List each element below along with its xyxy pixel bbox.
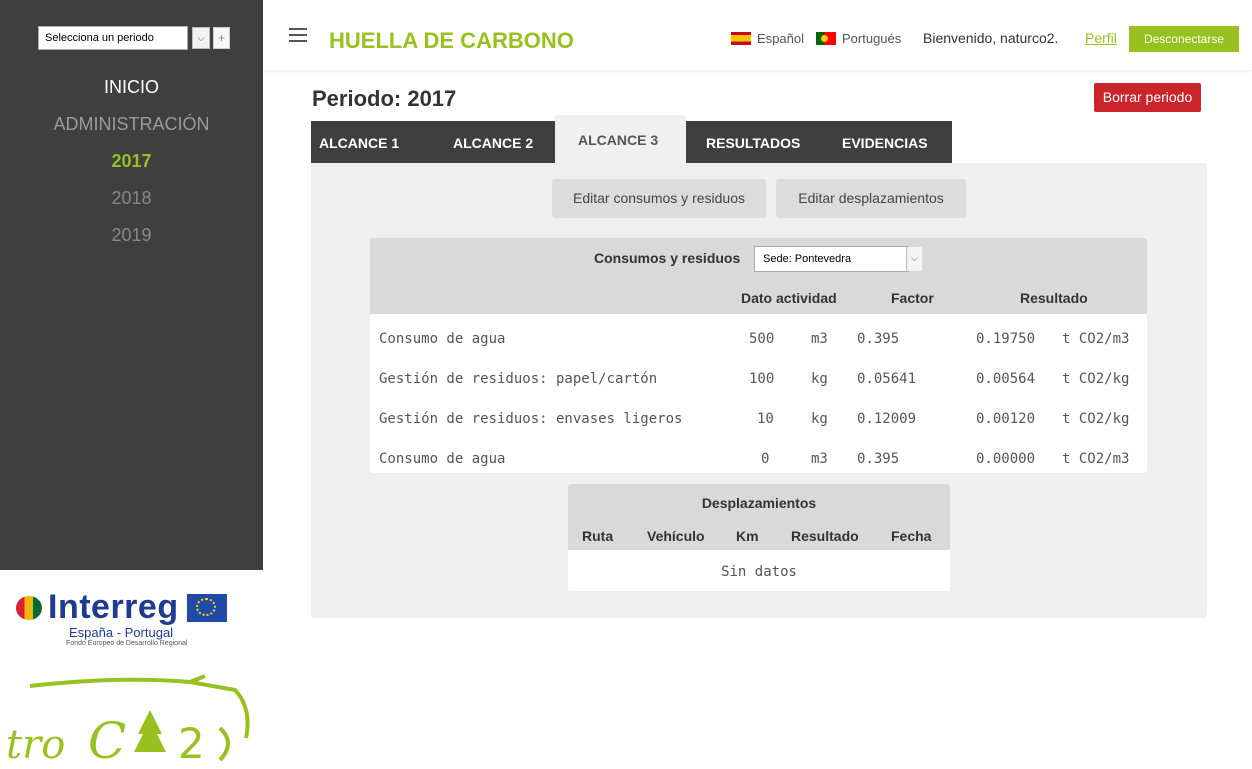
consumos-table: Consumos y residuos Sede: Pontevedra ⌵ D…: [370, 238, 1147, 473]
row-factor: 0.395: [857, 451, 900, 467]
row-result-unit: t CO2/kg: [1062, 411, 1130, 427]
row-unit: m3: [811, 331, 828, 347]
app-title: HUELLA DE CARBONO: [329, 28, 574, 53]
svg-text:C: C: [88, 712, 126, 768]
row-result-unit: t CO2/m3: [1062, 331, 1130, 347]
tab-resultados[interactable]: RESULTADOS: [686, 121, 820, 165]
row-result-unit: t CO2/m3: [1062, 451, 1130, 467]
tab-alcance-3[interactable]: ALCANCE 3: [555, 115, 686, 165]
svg-text:2: 2: [178, 719, 205, 768]
row-name: Gestión de residuos: envases ligeros: [379, 411, 683, 427]
row-value: 500: [749, 331, 775, 347]
row-value: 100: [749, 371, 775, 387]
period-select[interactable]: Selecciona un periodo: [38, 26, 188, 50]
lang-es-label: Español: [757, 31, 804, 46]
sidebar-item-administracion[interactable]: ADMINISTRACIÓN: [0, 111, 263, 137]
row-unit: kg: [811, 411, 828, 427]
chevron-down-icon[interactable]: ⌵: [906, 247, 922, 271]
portugal-flag-icon: [816, 32, 836, 45]
col-ruta: Ruta: [582, 528, 614, 544]
row-factor: 0.395: [857, 331, 900, 347]
interreg-fund: Fondo Europeo de Desarrollo Regional: [66, 640, 188, 647]
troco2-logo: tro C 2: [6, 674, 250, 768]
row-result: 0.00120: [976, 411, 1036, 427]
hamburger-menu-icon[interactable]: [289, 28, 307, 42]
interreg-emblem-icon: [16, 595, 42, 620]
sede-select[interactable]: Sede: Pontevedra: [754, 246, 909, 272]
col-factor: Factor: [891, 290, 934, 306]
sidebar-item-2017[interactable]: 2017: [0, 148, 263, 174]
col-dato-actividad: Dato actividad: [741, 290, 837, 306]
row-unit: m3: [811, 451, 828, 467]
tab-alcance-2[interactable]: ALCANCE 2: [431, 121, 555, 165]
page-title: Periodo: 2017: [312, 86, 457, 111]
row-result-unit: t CO2/kg: [1062, 371, 1130, 387]
lang-pt-label: Portugués: [842, 31, 902, 46]
delete-period-button[interactable]: Borrar periodo: [1094, 83, 1201, 112]
empty-state: Sin datos: [721, 564, 797, 580]
consumos-table-header: Consumos y residuos Sede: Pontevedra ⌵ D…: [370, 238, 1147, 314]
row-result: 0.00000: [976, 451, 1036, 467]
row-name: Consumo de agua: [379, 331, 506, 347]
table-row: Consumo de agua 500 m3 0.395 0.19750 t C…: [370, 319, 1147, 359]
desplazamientos-header: Desplazamientos Ruta Vehículo Km Resulta…: [568, 484, 950, 550]
col-resultado: Resultado: [791, 528, 859, 544]
lang-es-link[interactable]: Español: [731, 31, 804, 46]
col-vehiculo: Vehículo: [647, 528, 705, 544]
interreg-logo: Interreg España - Portugal Fondo Europeo…: [14, 588, 254, 652]
table-row: Gestión de residuos: envases ligeros 10 …: [370, 399, 1147, 439]
interreg-brand: Interreg: [48, 588, 179, 626]
add-period-button[interactable]: +: [213, 27, 230, 49]
col-km: Km: [736, 528, 759, 544]
row-unit: kg: [811, 371, 828, 387]
edit-desplazamientos-button[interactable]: Editar desplazamientos: [776, 179, 966, 218]
desplazamientos-table: Desplazamientos Ruta Vehículo Km Resulta…: [568, 484, 950, 591]
alcance-3-panel: Editar consumos y residuos Editar despla…: [311, 163, 1207, 618]
sidebar-item-inicio[interactable]: INICIO: [0, 74, 263, 100]
tab-alcance-1[interactable]: ALCANCE 1: [311, 121, 431, 165]
edit-consumos-button[interactable]: Editar consumos y residuos: [552, 179, 766, 218]
welcome-text: Bienvenido, naturco2.: [923, 30, 1059, 46]
col-fecha: Fecha: [891, 528, 932, 544]
logout-button[interactable]: Desconectarse: [1129, 26, 1239, 52]
spain-flag-icon: [731, 32, 751, 45]
interreg-country: España - Portugal: [69, 625, 174, 640]
desplazamientos-title: Desplazamientos: [701, 495, 817, 511]
consumos-title: Consumos y residuos: [594, 250, 741, 266]
row-name: Consumo de agua: [379, 451, 506, 467]
row-value: 10: [757, 411, 774, 427]
sidebar-item-2018[interactable]: 2018: [0, 185, 263, 211]
sidebar-nav-panel: Selecciona un periodo ⌵ + INICIO ADMINIS…: [0, 0, 263, 570]
table-row: Gestión de residuos: papel/cartón 100 kg…: [370, 359, 1147, 399]
row-factor: 0.05641: [857, 371, 917, 387]
eu-flag-icon: [186, 593, 227, 622]
row-factor: 0.12009: [857, 411, 917, 427]
col-resultado: Resultado: [1020, 290, 1088, 306]
lang-pt-link[interactable]: Portugués: [816, 31, 901, 46]
chevron-down-icon[interactable]: ⌵: [192, 27, 210, 49]
sidebar: Selecciona un periodo ⌵ + INICIO ADMINIS…: [0, 0, 263, 769]
row-value: 0: [761, 451, 770, 467]
tab-bar: ALCANCE 1 ALCANCE 2 ALCANCE 3 RESULTADOS…: [311, 115, 952, 165]
row-result: 0.19750: [976, 331, 1036, 347]
row-name: Gestión de residuos: papel/cartón: [379, 371, 658, 387]
profile-link[interactable]: Perfil: [1085, 30, 1117, 46]
table-row: Consumo de agua 0 m3 0.395 0.00000 t CO2…: [370, 439, 1147, 473]
svg-text:tro: tro: [6, 722, 65, 768]
row-result: 0.00564: [976, 371, 1036, 387]
tab-evidencias[interactable]: EVIDENCIAS: [820, 121, 952, 165]
sidebar-nav: INICIO ADMINISTRACIÓN 2017 2018 2019: [0, 74, 263, 259]
top-header: HUELLA DE CARBONO Español Portugués Bien…: [263, 0, 1252, 70]
sidebar-item-2019[interactable]: 2019: [0, 222, 263, 248]
